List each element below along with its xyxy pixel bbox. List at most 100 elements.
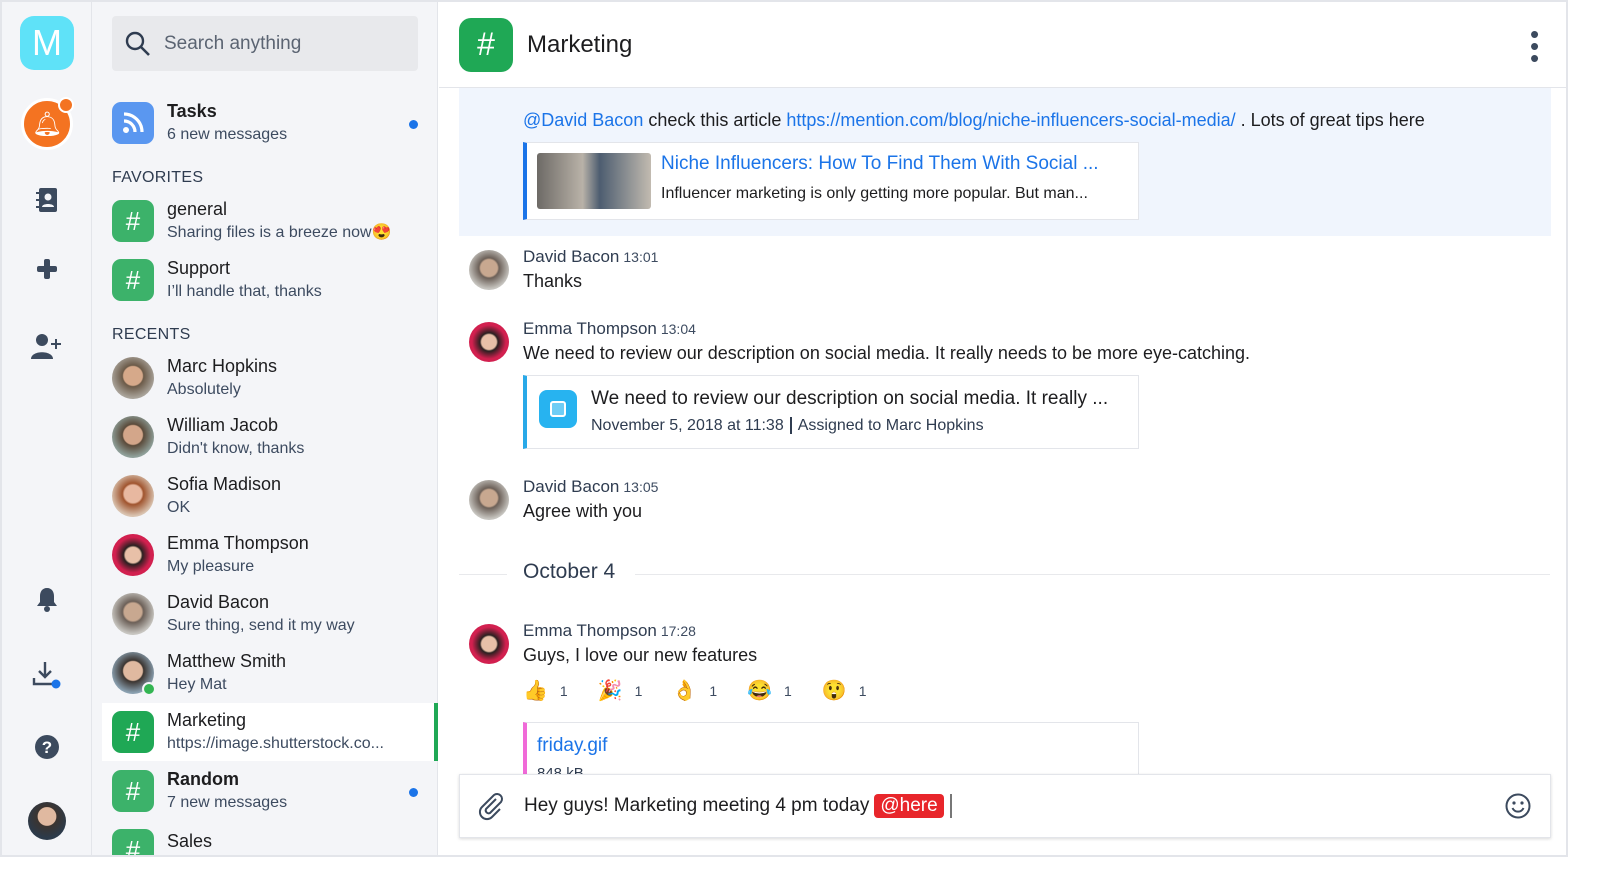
tears-of-joy-icon: 😂 bbox=[747, 680, 773, 702]
message-text: Agree with you bbox=[523, 501, 643, 521]
hash-icon: # bbox=[112, 711, 154, 753]
article-link[interactable]: https://mention.com/blog/niche-influence… bbox=[786, 110, 1235, 130]
article-thumbnail bbox=[537, 153, 651, 209]
reaction-count: 1 bbox=[559, 682, 568, 699]
help-icon[interactable]: ? bbox=[2, 734, 92, 760]
contact-name: Marc Hopkins bbox=[167, 356, 278, 376]
contact-preview: Hey Mat bbox=[167, 676, 227, 693]
user-avatar[interactable] bbox=[28, 802, 66, 840]
avatar bbox=[112, 357, 154, 399]
hash-icon: # bbox=[112, 829, 154, 855]
channel-random[interactable]: # Random 7 new messages bbox=[102, 762, 438, 820]
channel-support[interactable]: # Support I’ll handle that, thanks bbox=[102, 251, 438, 309]
channel-preview: https://image.shutterstock.co... bbox=[167, 735, 384, 752]
hash-icon: # bbox=[112, 259, 154, 301]
contact-preview: Didn't know, thanks bbox=[167, 440, 305, 457]
avatar[interactable] bbox=[469, 624, 509, 664]
unread-dot bbox=[409, 788, 418, 797]
search-icon bbox=[125, 31, 150, 56]
timestamp: 13:04 bbox=[660, 321, 696, 337]
workspace-logo[interactable]: M bbox=[20, 16, 74, 70]
task-date: November 5, 2018 at 11:38 bbox=[591, 417, 784, 434]
channel-sales[interactable]: # Sales bbox=[102, 821, 438, 855]
search-placeholder: Search anything bbox=[164, 32, 302, 54]
mention[interactable]: @David Bacon bbox=[523, 110, 643, 130]
channel-marketing[interactable]: # Marketing https://image.shutterstock.co.… bbox=[102, 703, 438, 761]
recent-matthew-smith[interactable]: Matthew Smith Hey Mat bbox=[102, 644, 438, 702]
download-icon[interactable] bbox=[2, 660, 92, 690]
avatar bbox=[112, 416, 154, 458]
bell-icon[interactable] bbox=[2, 586, 92, 612]
channel-general[interactable]: # general Sharing files is a breeze now😍 bbox=[102, 192, 438, 250]
left-rail: M 🔔︎ ? bbox=[2, 2, 92, 855]
channel-header: # Marketing • • • bbox=[439, 2, 1566, 88]
paperclip-icon[interactable] bbox=[476, 791, 506, 821]
message-composer[interactable]: Hey guys! Marketing meeting 4 pm today @… bbox=[459, 774, 1551, 838]
author-name[interactable]: David Bacon bbox=[523, 247, 619, 266]
contacts-icon[interactable] bbox=[2, 186, 92, 214]
composer-text: Hey guys! Marketing meeting 4 pm today bbox=[524, 795, 870, 816]
channel-name: Marketing bbox=[167, 710, 247, 730]
reaction-party[interactable]: 🎉 1 bbox=[598, 678, 643, 703]
emoji-icon[interactable] bbox=[1504, 792, 1532, 820]
message: Emma Thompson 17:28 Guys, I love our new f… bbox=[523, 620, 757, 666]
sidebar: Search anything Tasks 6 new messages FAVO… bbox=[92, 2, 438, 855]
hash-icon: # bbox=[112, 770, 154, 812]
chat-panel: # Marketing • • • @David Bacon check this … bbox=[439, 2, 1566, 855]
reaction-count: 1 bbox=[784, 682, 792, 699]
channel-preview: 6 new messages bbox=[167, 126, 288, 143]
recent-david-bacon[interactable]: David Bacon Sure thing, send it my way bbox=[102, 585, 438, 643]
link-preview-card[interactable]: Niche Influencers: How To Find Them With… bbox=[523, 142, 1139, 220]
date-divider: October 4 bbox=[459, 560, 1550, 584]
channel-name: general bbox=[167, 199, 228, 219]
online-indicator bbox=[142, 682, 156, 696]
thumbs-up-icon: 👍 bbox=[523, 680, 548, 702]
contact-name: Matthew Smith bbox=[167, 651, 287, 671]
recent-sofia-madison[interactable]: Sofia Madison OK bbox=[102, 467, 438, 525]
recents-heading: RECENTS bbox=[112, 326, 191, 343]
channel-preview: Sharing files is a breeze now😍 bbox=[167, 224, 392, 241]
reaction-count: 1 bbox=[634, 682, 643, 699]
avatar[interactable] bbox=[469, 322, 509, 362]
channel-name: Sales bbox=[167, 831, 213, 851]
preview-title[interactable]: Niche Influencers: How To Find Them With… bbox=[661, 153, 1099, 175]
reaction-thumbs-up[interactable]: 👍 1 bbox=[523, 678, 568, 703]
author-name[interactable]: Emma Thompson bbox=[523, 319, 657, 338]
more-options-icon[interactable]: • • • bbox=[1530, 21, 1539, 71]
contact-preview: Absolutely bbox=[167, 381, 241, 398]
contact-name: Sofia Madison bbox=[167, 474, 282, 494]
author-name[interactable]: David Bacon bbox=[523, 477, 619, 496]
rss-icon bbox=[112, 102, 154, 144]
favorites-heading: FAVORITES bbox=[112, 169, 204, 186]
contact-name: David Bacon bbox=[167, 592, 270, 612]
add-user-icon[interactable] bbox=[2, 332, 92, 360]
message: David Bacon 13:01 Thanks bbox=[523, 246, 658, 292]
avatar[interactable] bbox=[469, 250, 509, 290]
avatar[interactable] bbox=[469, 480, 509, 520]
recent-marc-hopkins[interactable]: Marc Hopkins Absolutely bbox=[102, 349, 438, 407]
recent-emma-thompson[interactable]: Emma Thompson My pleasure bbox=[102, 526, 438, 584]
search-input[interactable]: Search anything bbox=[112, 16, 418, 71]
here-mention-chip: @here bbox=[874, 794, 944, 818]
author-name[interactable]: Emma Thompson bbox=[523, 621, 657, 640]
contact-name: William Jacob bbox=[167, 415, 279, 435]
text-caret bbox=[949, 794, 952, 818]
channel-preview: I’ll handle that, thanks bbox=[167, 283, 322, 300]
recent-william-jacob[interactable]: William Jacob Didn't know, thanks bbox=[102, 408, 438, 466]
avatar bbox=[112, 534, 154, 576]
message: Emma Thompson 13:04 We need to review our … bbox=[523, 318, 1250, 364]
reaction-ok-hand[interactable]: 👌 1 bbox=[672, 678, 717, 703]
task-title: We need to review our description on soc… bbox=[591, 388, 1109, 409]
channel-name: Random bbox=[167, 769, 239, 789]
file-name[interactable]: friday.gif bbox=[537, 735, 607, 757]
notifications-button[interactable]: 🔔︎ bbox=[21, 97, 74, 150]
preview-description: Influencer marketing is only getting mor… bbox=[661, 185, 1088, 202]
reaction-laughing[interactable]: 😂 1 bbox=[747, 678, 792, 703]
reaction-count: 1 bbox=[709, 682, 718, 699]
channel-tasks[interactable]: Tasks 6 new messages bbox=[102, 94, 438, 152]
plus-icon[interactable] bbox=[2, 258, 92, 280]
message: David Bacon 13:05 Agree with you bbox=[523, 476, 658, 522]
task-card[interactable]: We need to review our description on soc… bbox=[523, 375, 1139, 449]
reaction-astonished[interactable]: 😲 1 bbox=[822, 678, 867, 703]
hash-icon: # bbox=[459, 17, 513, 72]
